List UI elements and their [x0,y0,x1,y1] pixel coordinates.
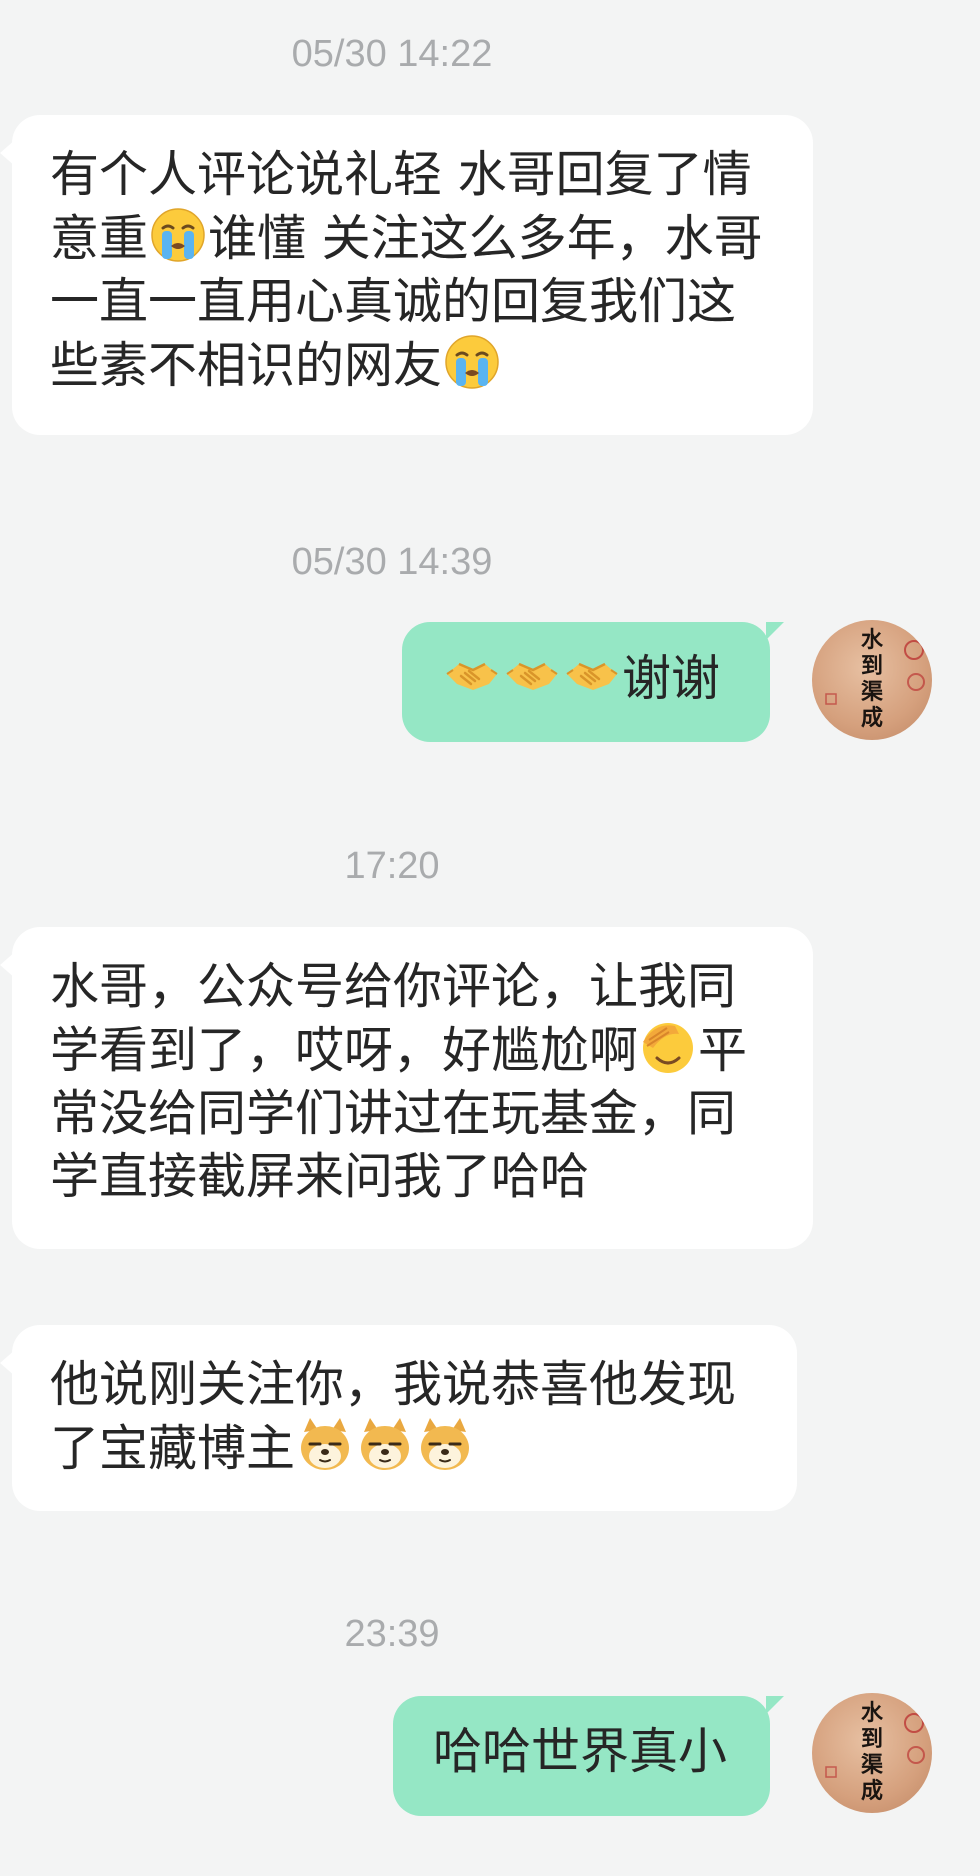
handshake-icon [563,646,621,704]
calligraphy-seal-avatar-icon: 水 到 渠 成 [825,1700,925,1804]
doge-icon [356,1416,414,1474]
svg-text:水: 水 [861,1700,884,1726]
svg-text:水: 水 [861,627,884,653]
svg-text:到: 到 [861,653,883,679]
message-bubble-outgoing-1[interactable]: 谢谢 [402,622,784,742]
loudly-crying-face-icon [149,206,207,264]
svg-text:成: 成 [861,1778,883,1804]
message-bubble-outgoing-2[interactable]: 哈哈世界真小 [393,1696,784,1816]
timestamp-4: 23:39 [344,1613,440,1655]
message-text: 谢谢 [622,650,721,707]
avatar[interactable]: 水 到 渠 成 [812,620,932,740]
message-text: 水哥，公众号给你评论，让我同学看到了，哎呀，好尴尬啊 [50,958,737,1079]
calligraphy-seal-avatar-icon: 水 到 渠 成 [825,627,925,731]
doge-icon [296,1416,354,1474]
message-text: 哈哈世界真小 [433,1723,728,1780]
svg-text:成: 成 [861,705,883,731]
timestamp-2: 05/30 14:39 [291,541,493,583]
doge-icon [416,1416,474,1474]
message-bubble-incoming-3[interactable]: 他说刚关注你，我说恭喜他发现了宝藏博主 [0,1325,797,1511]
avatar[interactable]: 水 到 渠 成 [812,1693,932,1813]
timestamp-1: 05/30 14:22 [291,33,493,75]
face-palm-icon [639,1018,697,1076]
svg-text:到: 到 [861,1726,883,1752]
svg-text:渠: 渠 [861,1752,883,1778]
handshake-icon [443,646,501,704]
message-bubble-incoming-1[interactable]: 有个人评论说礼轻 水哥回复了情意重 谁懂 关注这么多年，水哥一直一直用心真诚的回复… [0,115,813,435]
message-bubble-incoming-2[interactable]: 水哥，公众号给你评论，让我同学看到了，哎呀，好尴尬啊 平常没给同学们讲过在玩基金，… [0,927,813,1249]
timestamp-3: 17:20 [344,845,440,887]
handshake-icon [503,646,561,704]
svg-text:渠: 渠 [861,679,883,705]
loudly-crying-face-icon [443,333,501,391]
